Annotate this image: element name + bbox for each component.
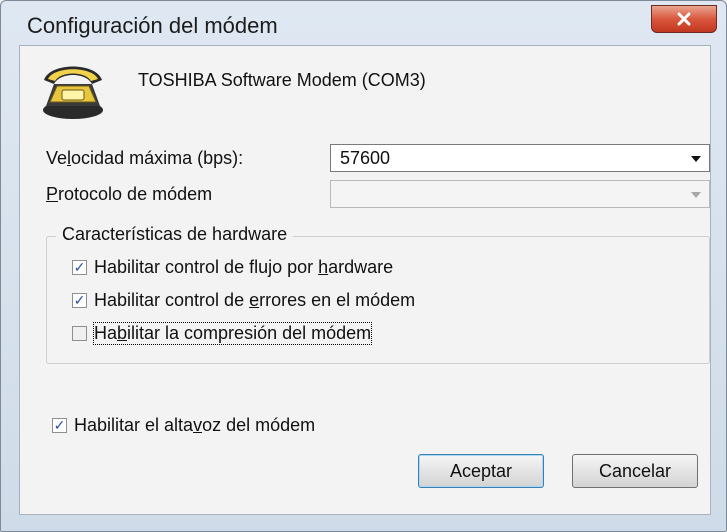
error-control-option[interactable]: ✓ Habilitar control de errores en el mód…: [72, 289, 415, 311]
telephone-modem-icon: [43, 66, 103, 119]
speaker-label: Habilitar el altavoz del módem: [74, 414, 316, 435]
close-icon: [677, 12, 691, 26]
speaker-checkbox[interactable]: ✓: [52, 417, 67, 433]
max-speed-label: Velocidad máxima (bps):: [46, 148, 244, 168]
title-bar[interactable]: Configuración del módem: [1, 1, 726, 45]
window-title: Configuración del módem: [27, 13, 278, 38]
max-speed-value: 57600: [340, 148, 391, 168]
hardware-features-title: Características de hardware: [56, 224, 294, 245]
modem-compression-checkbox[interactable]: [72, 325, 87, 341]
modem-device-name: TOSHIBA Software Modem (COM3): [138, 70, 426, 90]
error-control-checkbox[interactable]: ✓: [72, 292, 87, 308]
speaker-option[interactable]: ✓ Habilitar el altavoz del módem: [52, 414, 315, 436]
hardware-flow-control-label: Habilitar control de flujo por hardware: [94, 256, 394, 277]
modem-compression-label: Habilitar la compresión del módem: [92, 321, 373, 345]
chevron-down-icon: [691, 156, 701, 162]
close-button[interactable]: [651, 5, 717, 33]
error-control-label: Habilitar control de errores en el módem: [94, 289, 416, 310]
dialog-content: TOSHIBA Software Modem (COM3) Velocidad …: [19, 45, 711, 515]
hardware-flow-control-checkbox[interactable]: ✓: [72, 259, 87, 275]
modem-protocol-label: Protocolo de módem: [46, 184, 213, 204]
modem-protocol-dropdown[interactable]: [330, 180, 710, 208]
chevron-down-icon: [691, 192, 701, 198]
cancel-button[interactable]: Cancelar: [572, 454, 698, 488]
max-speed-dropdown[interactable]: 57600: [330, 144, 710, 172]
accept-button[interactable]: Aceptar: [418, 454, 544, 488]
hardware-flow-control-option[interactable]: ✓ Habilitar control de flujo por hardwar…: [72, 256, 393, 278]
dialog-window: Configuración del módem TOSHIBA Software…: [0, 0, 727, 532]
modem-compression-option[interactable]: Habilitar la compresión del módem: [72, 321, 373, 345]
